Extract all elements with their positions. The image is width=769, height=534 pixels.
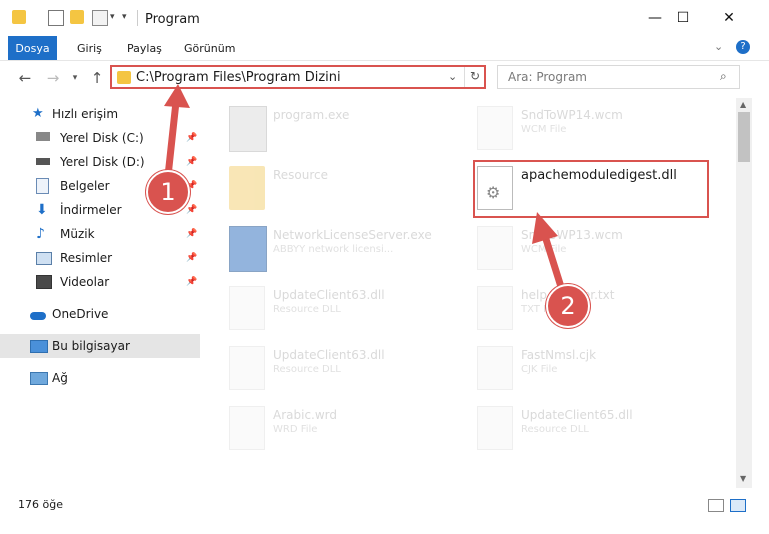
arrow-1-shaft: [164, 98, 180, 180]
annotation-arrows: [164, 84, 566, 294]
arrow-1-head: [164, 84, 190, 108]
step-badge-2: 2: [546, 284, 590, 328]
step-badge-1: 1: [146, 170, 190, 214]
arrow-2-head: [532, 212, 558, 244]
arrow-2-shaft: [541, 232, 566, 294]
